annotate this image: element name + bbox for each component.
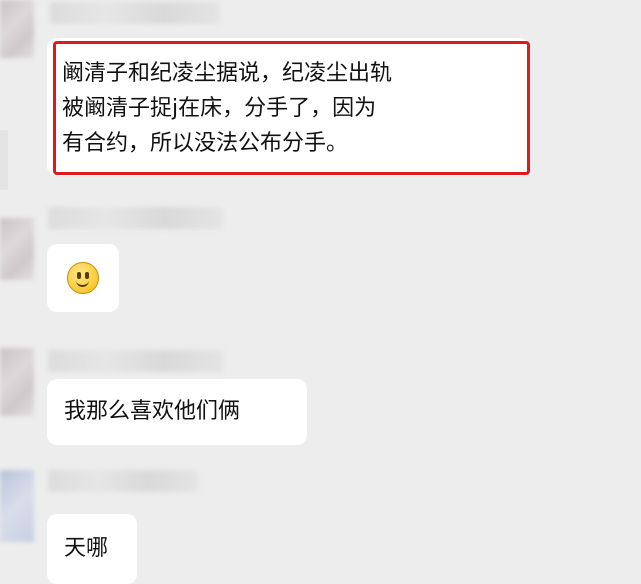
sender-name [50, 2, 220, 24]
sender-avatar[interactable] [0, 348, 34, 416]
smiling-face-icon [67, 262, 99, 294]
sender-avatar[interactable] [0, 470, 34, 542]
avatar-fragment [0, 130, 8, 190]
chat-window: 阚清子和纪凌尘据说，纪凌尘出轨 被阚清子捉j在床，分手了，因为 有合约，所以没法… [0, 0, 641, 584]
sender-avatar[interactable] [0, 0, 34, 58]
sender-name [48, 207, 223, 229]
message-bubble-3[interactable]: 我那么喜欢他们俩 [47, 379, 307, 445]
message-text-3: 我那么喜欢他们俩 [64, 399, 241, 424]
message-bubble-2[interactable] [47, 244, 119, 312]
highlight-box [53, 41, 530, 175]
sender-avatar[interactable] [0, 218, 34, 280]
message-text-4: 天哪 [64, 536, 109, 561]
message-bubble-4[interactable]: 天哪 [47, 514, 137, 584]
sender-name [48, 350, 223, 372]
sender-name [48, 470, 198, 492]
